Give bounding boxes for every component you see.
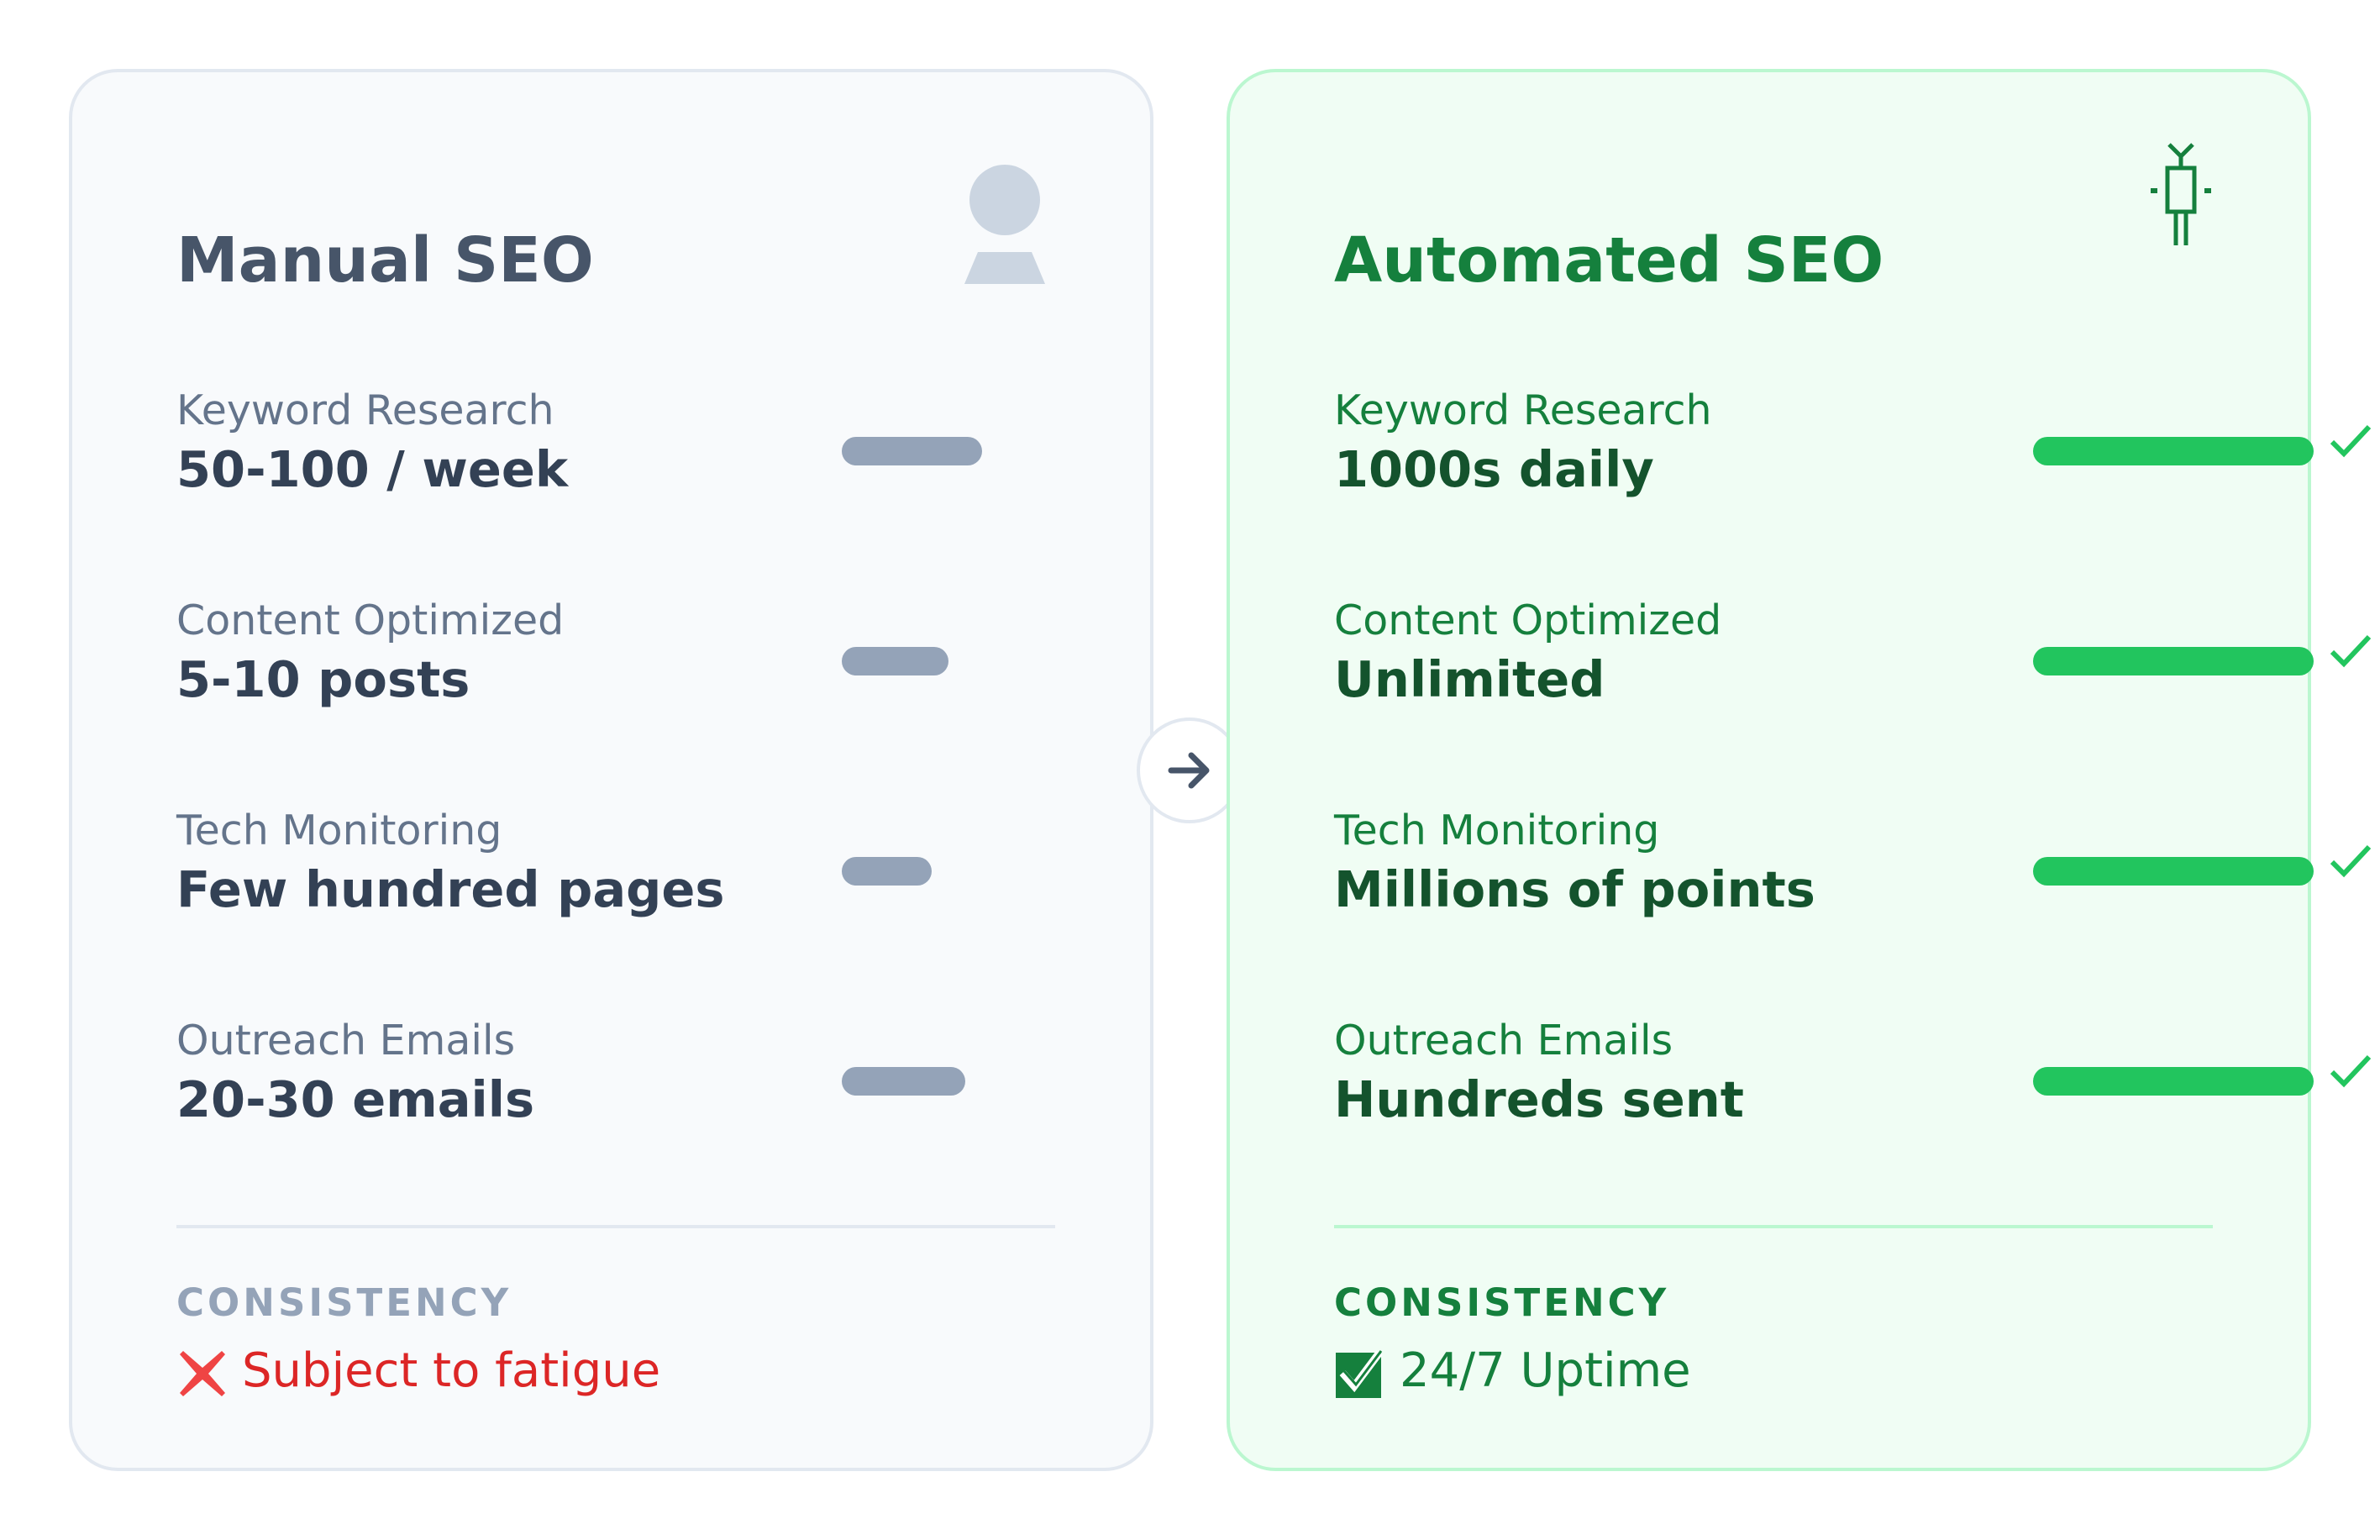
check-icon [2330, 1054, 2372, 1088]
manual-metric-tech-monitoring: Tech Monitoring Few hundred pages [176, 807, 1101, 924]
automated-seo-card: Automated SEO Keyword Research 1000s dai… [1227, 69, 2372, 1471]
auto-metric-content-optimized: Content Optimized Unlimited [1334, 597, 2372, 714]
metric-label: Keyword Research [176, 386, 554, 434]
metric-value: Millions of points [1334, 860, 1815, 918]
divider [1334, 1225, 2213, 1228]
consistency-text: 24/7 Uptime [1400, 1343, 1691, 1398]
progress-bar [2033, 437, 2314, 465]
robot-icon [2151, 143, 2211, 245]
metric-value: 20-30 emails [176, 1070, 535, 1128]
person-icon [964, 165, 1045, 284]
check-icon [2330, 424, 2372, 458]
metric-value: 1000s daily [1334, 440, 1654, 498]
manual-metric-outreach-emails: Outreach Emails 20-30 emails [176, 1017, 1101, 1134]
consistency-label: CONSISTENCY [176, 1280, 512, 1325]
metric-label: Tech Monitoring [176, 807, 502, 854]
red-x-icon [180, 1351, 225, 1396]
metric-label: Outreach Emails [1334, 1017, 1673, 1064]
auto-metric-outreach-emails: Outreach Emails Hundreds sent [1334, 1017, 2372, 1134]
progress-bar [2033, 647, 2314, 675]
progress-bar [2033, 857, 2314, 886]
progress-bar [842, 647, 948, 675]
progress-bar [842, 857, 932, 886]
manual-metric-keyword-research: Keyword Research 50-100 / week [176, 386, 1101, 504]
metric-value: Unlimited [1334, 650, 1605, 708]
check-icon [2330, 844, 2372, 878]
consistency-label: CONSISTENCY [1334, 1280, 1670, 1325]
auto-metric-keyword-research: Keyword Research 1000s daily [1334, 386, 2372, 504]
manual-seo-title: Manual SEO [176, 224, 594, 297]
metric-label: Tech Monitoring [1334, 807, 1660, 854]
consistency-text: Subject to fatigue [242, 1343, 661, 1398]
metric-value: 50-100 / week [176, 440, 569, 498]
metric-label: Content Optimized [1334, 597, 1722, 644]
metric-value: Few hundred pages [176, 860, 725, 918]
progress-bar [842, 1067, 965, 1096]
metric-label: Keyword Research [1334, 386, 1712, 434]
progress-bar [2033, 1067, 2314, 1096]
metric-label: Outreach Emails [176, 1017, 516, 1064]
metric-label: Content Optimized [176, 597, 565, 644]
divider [176, 1225, 1055, 1228]
automated-seo-title: Automated SEO [1334, 224, 1884, 297]
check-icon [2330, 634, 2372, 668]
manual-metric-content-optimized: Content Optimized 5-10 posts [176, 597, 1101, 714]
arrow-right-icon [1168, 752, 1210, 789]
green-checkbox-icon [1336, 1350, 1383, 1398]
manual-seo-card: Manual SEO Keyword Research 50-100 / wee… [69, 69, 1153, 1471]
metric-value: Hundreds sent [1334, 1070, 1744, 1128]
progress-bar [842, 437, 982, 465]
metric-value: 5-10 posts [176, 650, 470, 708]
auto-metric-tech-monitoring: Tech Monitoring Millions of points [1334, 807, 2372, 924]
